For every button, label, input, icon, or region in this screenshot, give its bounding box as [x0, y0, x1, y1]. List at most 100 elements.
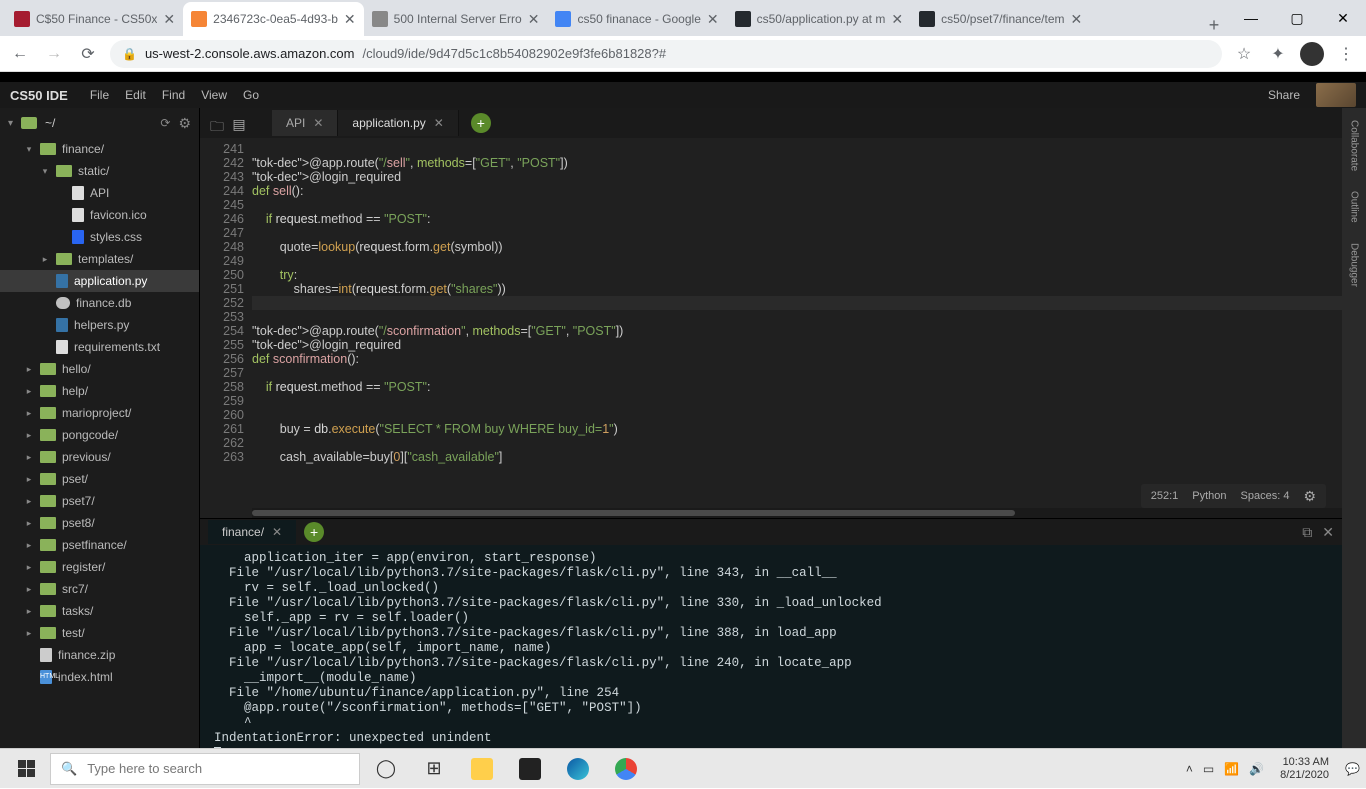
menu-find[interactable]: Find [162, 88, 185, 102]
browser-tab[interactable]: cs50/pset7/finance/tem ✕ [911, 2, 1090, 36]
close-icon[interactable]: ✕ [1071, 11, 1083, 28]
terminal-tab-label: finance/ [222, 525, 264, 539]
reload-button[interactable]: ⟳ [76, 42, 100, 66]
tree-collapse-icon[interactable]: ▾ [8, 118, 13, 129]
tree-folder[interactable]: ▸help/ [0, 380, 199, 402]
tree-folder[interactable]: ▸pset/ [0, 468, 199, 490]
tree-file[interactable]: styles.css [0, 226, 199, 248]
browser-tab[interactable]: C$50 Finance - CS50x ✕ [6, 2, 183, 36]
editor-tab[interactable]: API✕ [272, 110, 338, 136]
refresh-icon[interactable]: ⟳ [160, 116, 170, 130]
task-view-icon[interactable]: ⊞ [412, 749, 456, 789]
window-close-button[interactable]: ✕ [1320, 0, 1366, 36]
rail-collaborate[interactable]: Collaborate [1349, 120, 1360, 171]
close-icon[interactable]: ✕ [891, 11, 903, 28]
menu-file[interactable]: File [90, 88, 109, 102]
terminal-output[interactable]: application_iter = app(environ, start_re… [200, 545, 1342, 748]
browser-tab[interactable]: cs50/application.py at m ✕ [727, 2, 911, 36]
new-terminal-tab-button[interactable]: + [304, 522, 324, 542]
language-mode[interactable]: Python [1192, 490, 1226, 502]
battery-icon[interactable]: ▭ [1203, 762, 1214, 776]
code-editor[interactable]: 2412422432442452462472482492502512522532… [200, 138, 1342, 518]
browser-tab[interactable]: 2346723c-0ea5-4d93-b ✕ [183, 2, 364, 36]
tree-file[interactable]: API [0, 182, 199, 204]
file-explorer-icon[interactable] [460, 749, 504, 789]
terminal-close-icon[interactable]: ✕ [1322, 524, 1334, 541]
back-button[interactable]: ← [8, 42, 32, 66]
tree-folder[interactable]: ▸pset8/ [0, 512, 199, 534]
file-icon [72, 208, 84, 222]
new-editor-tab-button[interactable]: + [471, 113, 491, 133]
tree-folder[interactable]: ▸templates/ [0, 248, 199, 270]
bookmark-button[interactable]: ☆ [1232, 42, 1256, 66]
tree-folder[interactable]: ▸psetfinance/ [0, 534, 199, 556]
window-maximize-button[interactable]: ▢ [1274, 0, 1320, 36]
rail-outline[interactable]: Outline [1349, 191, 1360, 223]
terminal-maximize-icon[interactable]: ⧉ [1302, 524, 1312, 541]
wifi-icon[interactable]: 📶 [1224, 762, 1239, 776]
tree-folder[interactable]: ▾static/ [0, 160, 199, 182]
volume-icon[interactable]: 🔊 [1249, 762, 1264, 776]
horizontal-scrollbar[interactable] [252, 508, 1342, 518]
close-icon[interactable]: ✕ [434, 116, 444, 130]
tree-file[interactable]: application.py [0, 270, 199, 292]
clock[interactable]: 10:33 AM 8/21/2020 [1274, 756, 1335, 782]
user-avatar[interactable] [1316, 83, 1356, 107]
profile-avatar[interactable] [1300, 42, 1324, 66]
sidebar-settings-icon[interactable]: ⚙ [178, 115, 191, 132]
tree-folder[interactable]: ▸hello/ [0, 358, 199, 380]
folder-icon [40, 561, 56, 573]
tree-folder[interactable]: ▸pset7/ [0, 490, 199, 512]
edge-icon[interactable] [556, 749, 600, 789]
chevron-right-icon: ▸ [24, 540, 34, 551]
chrome-icon[interactable] [604, 749, 648, 789]
indent-setting[interactable]: Spaces: 4 [1241, 490, 1290, 502]
close-icon[interactable]: ✕ [313, 116, 323, 130]
close-icon[interactable]: ✕ [707, 11, 719, 28]
browser-tab[interactable]: 500 Internal Server Erro ✕ [364, 2, 548, 36]
rail-debugger[interactable]: Debugger [1349, 243, 1360, 287]
window-minimize-button[interactable]: — [1228, 0, 1274, 36]
cortana-icon[interactable]: ◯ [364, 749, 408, 789]
address-bar[interactable]: 🔒 us-west-2.console.aws.amazon.com/cloud… [110, 40, 1222, 68]
tree-folder[interactable]: ▸register/ [0, 556, 199, 578]
forward-button[interactable]: → [42, 42, 66, 66]
tree-file[interactable]: helpers.py [0, 314, 199, 336]
start-button[interactable] [6, 749, 46, 789]
menu-edit[interactable]: Edit [125, 88, 146, 102]
chrome-menu-button[interactable]: ⋮ [1334, 42, 1358, 66]
tree-file[interactable]: finance.db [0, 292, 199, 314]
close-icon[interactable]: ✕ [163, 11, 175, 28]
tree-file[interactable]: HTMLindex.html [0, 666, 199, 688]
menu-view[interactable]: View [201, 88, 227, 102]
terminal-tab[interactable]: finance/ ✕ [208, 520, 296, 544]
taskbar-search[interactable]: 🔍 Type here to search [50, 753, 360, 785]
tray-expand-icon[interactable]: ˄ [1186, 762, 1193, 776]
editor-settings-icon[interactable]: ⚙ [1303, 488, 1316, 505]
tree-folder[interactable]: ▸src7/ [0, 578, 199, 600]
tree-file[interactable]: requirements.txt [0, 336, 199, 358]
tree-file[interactable]: favicon.ico [0, 204, 199, 226]
tree-folder[interactable]: ▸marioproject/ [0, 402, 199, 424]
close-icon[interactable]: ✕ [344, 11, 356, 28]
tree-folder[interactable]: ▸test/ [0, 622, 199, 644]
browser-tab[interactable]: cs50 finanace - Google ✕ [547, 2, 726, 36]
editor-tab[interactable]: application.py✕ [338, 110, 458, 136]
root-folder-label[interactable]: ~/ [45, 116, 152, 130]
notifications-icon[interactable]: 💬 [1345, 762, 1360, 776]
microsoft-store-icon[interactable] [508, 749, 552, 789]
folder-icon [56, 165, 72, 177]
tree-folder[interactable]: ▸pongcode/ [0, 424, 199, 446]
tree-file[interactable]: finance.zip [0, 644, 199, 666]
save-all-icon[interactable]: ▤ [230, 116, 248, 130]
tree-folder[interactable]: ▾finance/ [0, 138, 199, 160]
menu-go[interactable]: Go [243, 88, 259, 102]
share-button[interactable]: Share [1268, 88, 1300, 102]
tree-folder[interactable]: ▸tasks/ [0, 600, 199, 622]
tree-folder[interactable]: ▸previous/ [0, 446, 199, 468]
close-icon[interactable]: ✕ [528, 11, 540, 28]
extensions-button[interactable]: ✦ [1266, 42, 1290, 66]
close-icon[interactable]: ✕ [272, 525, 282, 539]
new-tab-button[interactable]: + [1200, 15, 1228, 36]
open-file-icon[interactable]: 🗀 [208, 116, 226, 130]
